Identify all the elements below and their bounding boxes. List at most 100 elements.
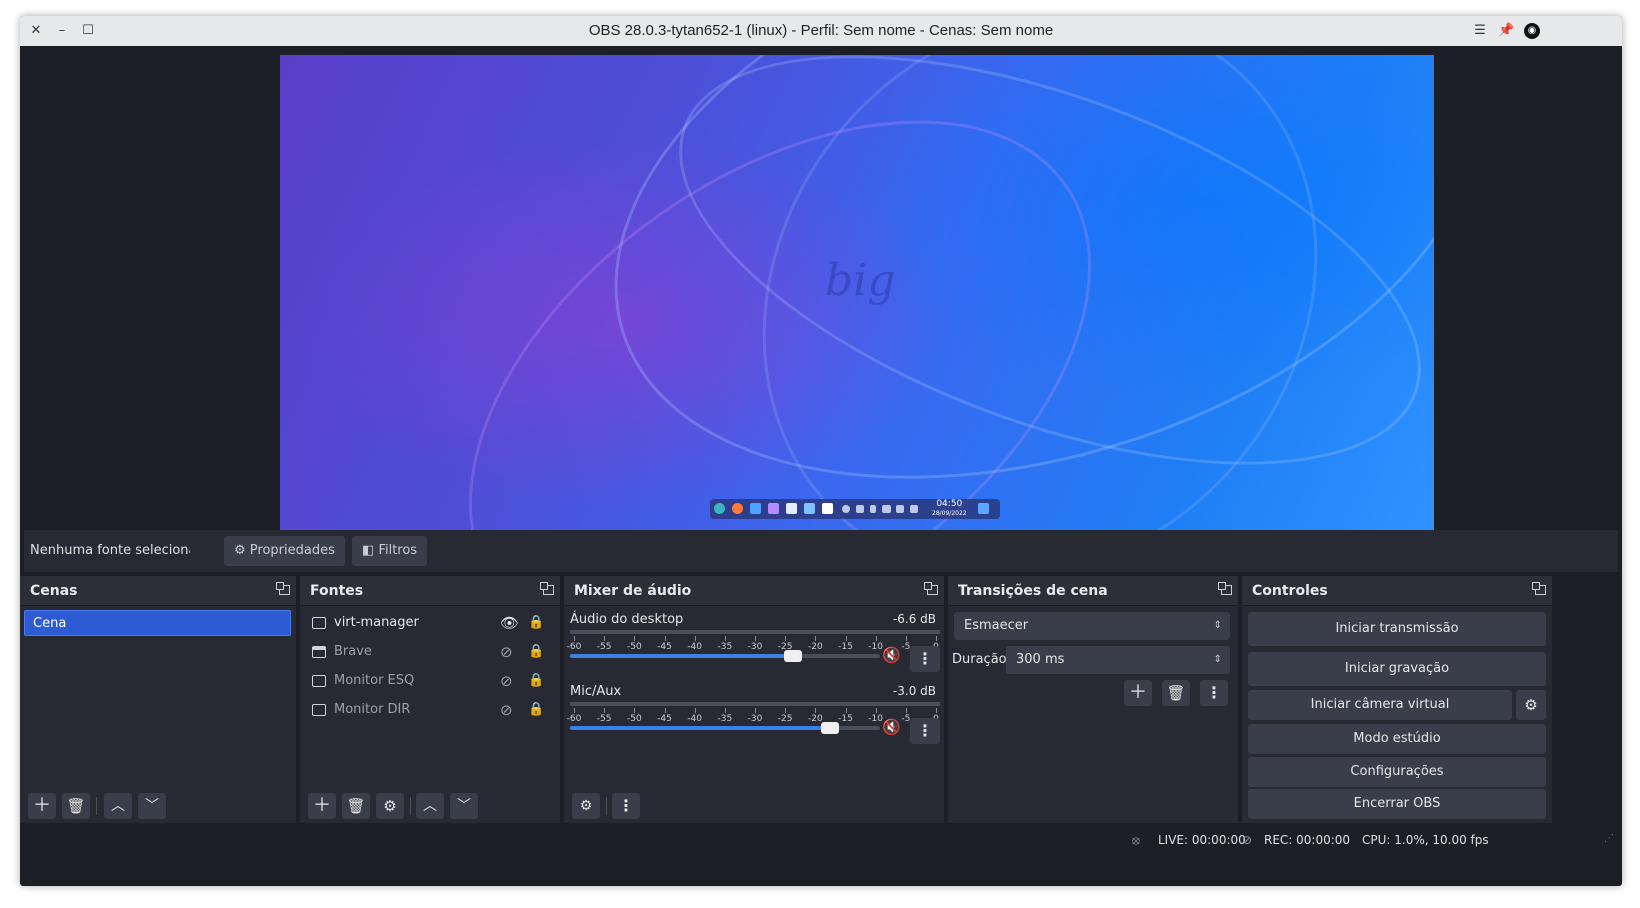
advanced-audio-button[interactable]: ⚙ [572,793,600,819]
meter-tick-mark [604,636,606,641]
tray-icon [870,505,876,513]
undock-icon[interactable] [276,582,290,595]
source-row[interactable]: Monitor ESQ ⊘ 🔒 [300,667,560,695]
tray-icon [910,505,918,513]
add-source-button[interactable]: ＋ [308,793,336,819]
scenes-title: Cenas [30,583,78,599]
eye-icon[interactable]: 👁 [500,609,519,637]
add-scene-button[interactable]: ＋ [28,793,56,819]
meter-tick-mark [694,708,696,713]
eye-hidden-icon[interactable]: ⊘ [500,667,513,695]
audio-mixer-dock: Mixer de áudio Áudio do desktop -6.6 dB … [564,576,944,823]
undock-icon[interactable] [540,582,554,595]
lock-icon[interactable]: 🔒 [528,638,544,666]
volume-slider-handle[interactable] [784,650,803,662]
source-label: virt-manager [334,615,419,630]
transitions-dock-title: Transições de cena [948,576,1238,606]
sources-title: Fontes [310,583,364,599]
pin-icon[interactable]: 📌 [1498,23,1514,39]
volume-slider[interactable] [570,722,880,734]
eye-hidden-icon[interactable]: ⊘ [500,696,513,724]
lock-icon[interactable]: 🔒 [528,696,544,724]
transition-select[interactable]: Esmaecer ⇕ [954,612,1230,640]
meter-tick-label: -50 [626,714,642,724]
meter-tick-mark [724,708,726,713]
mute-icon[interactable]: 🔇 [882,646,901,664]
tray-icon [842,505,850,513]
undock-icon[interactable] [1218,582,1232,595]
start-record-button[interactable]: Iniciar gravação [1248,652,1546,686]
lock-icon[interactable]: 🔒 [528,609,544,637]
settings-button[interactable]: Configurações [1248,757,1546,787]
controls-dock-title: Controles [1242,576,1552,606]
volume-slider-handle[interactable] [821,722,840,734]
mute-icon[interactable]: 🔇 [882,718,901,736]
meter-tick-mark [785,636,787,641]
filter-icon: ◧ [362,543,375,558]
meter-tick-mark [755,636,756,641]
rec-time: REC: 00:00:00 [1264,833,1351,847]
meter-tick-label: -5 [901,642,911,652]
browser-icon [732,503,743,514]
volume-slider-fill [570,654,794,658]
meter-tick-mark [574,708,575,713]
meter-tick-label: -20 [807,714,823,724]
separator [606,797,607,815]
window-title: OBS 28.0.3-tytan652-1 (linux) - Perfil: … [588,22,1054,39]
source-row[interactable]: virt-manager 👁 🔒 [300,609,560,637]
volume-meter [570,702,940,706]
move-up-button[interactable]: ︿ [416,793,444,819]
remove-transition-button[interactable]: 🗑 [1162,680,1190,706]
mixer-title: Mixer de áudio [574,583,692,599]
lock-icon[interactable]: 🔒 [528,667,544,695]
channel-db: -3.0 dB [892,684,936,698]
live-time: LIVE: 00:00:00 [1158,833,1246,847]
properties-button[interactable]: ⚙ Propriedades [224,536,345,566]
channel-menu-button[interactable]: ⋮ [910,646,940,672]
files-icon [750,503,761,514]
scene-item[interactable]: Cena [24,610,291,636]
exit-button[interactable]: Encerrar OBS [1248,789,1546,819]
source-properties-button[interactable]: ⚙ [376,793,404,819]
resize-grip-icon[interactable]: ⋰ [1604,833,1614,844]
undock-icon[interactable] [924,582,938,595]
meter-tick-label: -10 [868,642,884,652]
move-down-button[interactable]: ﹀ [450,793,478,819]
filters-button[interactable]: ◧ Filtros [352,536,428,566]
obs-logo-icon[interactable]: ◉ [1524,23,1540,39]
source-label: Brave [334,644,372,659]
filters-label: Filtros [378,543,418,558]
transition-menu-button[interactable]: ⋮ [1200,680,1228,706]
remove-source-button[interactable]: 🗑 [342,793,370,819]
meter-tick-label: -60 [566,714,582,724]
start-stream-button[interactable]: Iniciar transmissão [1248,612,1546,646]
transitions-dock: Transições de cena Esmaecer ⇕ Duração 30… [948,576,1238,823]
duration-spinbox[interactable]: 300 ms ⇕ [1006,646,1230,674]
menu-icon[interactable]: ☰ [1472,23,1488,39]
add-transition-button[interactable]: ＋ [1124,680,1152,706]
mixer-menu-button[interactable]: ⋮ [612,793,640,819]
remove-scene-button[interactable]: 🗑 [62,793,90,819]
undock-icon[interactable] [1532,582,1546,595]
virtualcam-settings-button[interactable]: ⚙ [1516,690,1546,720]
notes-icon [822,503,833,514]
meter-tick-mark [785,708,787,713]
gear-icon: ⚙ [1524,696,1538,714]
volume-slider[interactable] [570,650,880,662]
start-virtualcam-button[interactable]: Iniciar câmera virtual [1248,690,1512,720]
channel-menu-button[interactable]: ⋮ [910,718,940,744]
meter-tick-mark [815,636,817,641]
volume-slider-fill [570,726,831,730]
separator [96,797,97,815]
source-row[interactable]: Monitor DIR ⊘ 🔒 [300,696,560,724]
studio-mode-button[interactable]: Modo estúdio [1248,724,1546,754]
spin-arrows-icon[interactable]: ⇕ [1214,646,1222,674]
eye-hidden-icon[interactable]: ⊘ [500,638,513,666]
meter-tick-mark [815,708,817,713]
meter-tick-mark [634,708,636,713]
move-down-button[interactable]: ﹀ [138,793,166,819]
controls-title: Controles [1252,583,1328,599]
source-row[interactable]: Brave ⊘ 🔒 [300,638,560,666]
move-up-button[interactable]: ︿ [104,793,132,819]
preview-canvas[interactable]: big 04:50 28/09/2022 [280,55,1434,541]
